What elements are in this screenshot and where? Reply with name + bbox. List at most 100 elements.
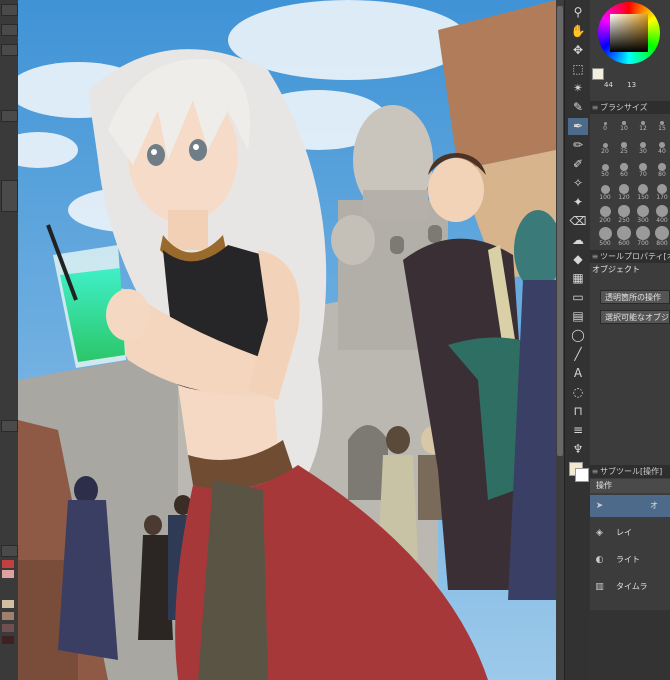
palette-swatch[interactable] [2,612,14,620]
brush-size-panel-title: ブラシサイズ [600,103,648,112]
drawing-canvas[interactable] [18,0,556,680]
subtool-group-tab[interactable]: 操作 [590,479,670,493]
left-panel-tab[interactable] [1,44,18,56]
decoration-icon[interactable]: ✦ [568,194,588,211]
transparent-area-operation-button[interactable]: 透明箇所の操作 [600,290,670,304]
fill-icon[interactable]: ◆ [568,251,588,268]
subtool-panel-title: サブツール[操作] [600,467,663,476]
brush-size-cell[interactable]: 80 [651,160,670,182]
subtool-item-light-table[interactable]: ◐ ライト [590,549,670,571]
brush-size-dot [601,163,609,171]
selectable-object-button[interactable]: 選択可能なオブジェ [600,310,670,324]
eyedropper-icon[interactable]: ✎ [568,99,588,116]
cursor-icon: ➤ [595,501,604,511]
brush-size-dot [618,205,630,217]
hand-icon[interactable]: ✋ [568,23,588,40]
brush-size-label: 170 [656,194,668,202]
brush-size-label: 400 [656,217,668,225]
brush-icon[interactable]: ✐ [568,156,588,173]
timeline-icon: ▥ [595,582,604,592]
fan-icon[interactable]: ♆ [568,441,588,458]
frame-icon[interactable]: ▤ [568,308,588,325]
tool-property-panel-title: ツールプロパティ[オブジェクト] [600,252,670,261]
brush-size-cell[interactable]: 15 [651,116,670,138]
saturation-value-square[interactable] [610,14,648,52]
palette-swatch[interactable] [2,636,14,644]
blend-icon[interactable]: ☁ [568,232,588,249]
brush-size-dot [636,226,650,240]
palette-swatch[interactable] [2,570,14,578]
zoom-icon[interactable]: ⚲ [568,4,588,21]
subtool-item-label: オ [650,501,658,510]
correct-line-icon[interactable]: ≡ [568,422,588,439]
airbrush-icon[interactable]: ✧ [568,175,588,192]
left-panel-tab[interactable] [1,24,18,36]
left-panel-tab[interactable] [1,110,18,122]
pencil-icon[interactable]: ✏ [568,137,588,154]
color-value-left: 44 [604,81,613,89]
subtool-item-object[interactable]: ➤ オ [590,495,670,517]
tool-property-panel-header[interactable]: ≡ツールプロパティ[オブジェクト] [590,250,670,263]
color-value-readout: 44 13 [592,80,670,90]
sub-drawing-color-swatch[interactable] [575,468,589,482]
brush-size-cell[interactable]: 40 [651,138,670,160]
balloon-icon[interactable]: ◯ [568,327,588,344]
palette-swatch[interactable] [2,600,14,608]
left-panel-tab[interactable] [1,545,18,557]
panel-menu-icon[interactable]: ≡ [590,465,600,478]
subtool-item-layer-select[interactable]: ◈ レイ [590,522,670,544]
brush-size-label: 40 [658,148,666,156]
text-icon[interactable]: A [568,365,588,382]
brush-size-dot [657,162,667,172]
left-panel-tab[interactable] [1,4,18,16]
left-panel-scrollbar[interactable] [1,180,18,212]
ruler-icon[interactable]: ⊓ [568,403,588,420]
subtool-panel-empty-area [590,610,670,680]
panel-menu-icon[interactable]: ≡ [590,250,600,263]
subtool-item-timeline[interactable]: ▥ タイムラ [590,576,670,598]
main-color-swatch[interactable] [592,68,604,80]
selection-rect-icon[interactable]: ⬚ [568,61,588,78]
panel-menu-icon[interactable]: ≡ [590,101,600,114]
brush-size-dot [655,204,669,218]
color-value-right: 13 [627,81,637,89]
layer-select-icon: ◈ [596,528,603,538]
subtool-panel-header[interactable]: ≡ サブツール[操作] [590,465,670,478]
magic-wand-icon[interactable]: ✴ [568,80,588,97]
brush-size-panel-header[interactable]: ≡ ブラシサイズ [590,101,670,114]
scrollbar-thumb[interactable] [557,6,563,456]
brush-size-cell[interactable]: 800 [651,226,670,248]
speech-balloon-icon[interactable]: ◌ [568,384,588,401]
pen-icon[interactable]: ✒ [568,118,588,135]
subtool-item-label: ライト [616,555,640,564]
brush-size-dot [598,226,612,240]
brush-size-dot [619,184,629,194]
figure-icon[interactable]: ▭ [568,289,588,306]
move-icon[interactable]: ✥ [568,42,588,59]
left-panel [0,0,19,680]
eraser-icon[interactable]: ⌫ [568,213,588,230]
illustration [18,0,556,680]
brush-size-label: 800 [656,240,668,247]
gradient-icon[interactable]: ▦ [568,270,588,287]
brush-size-dot [655,226,669,240]
brush-size-cell[interactable]: 170 [651,182,670,204]
right-dock: 44 13 ≡ ブラシサイズ 0 10 12 15 20 25 30 40 50 60 70 80 100… [590,0,670,680]
brush-size-dot [639,163,647,171]
brush-size-dot [638,184,648,194]
brush-size-cell[interactable]: 400 [651,204,670,226]
brush-size-grid: 0 10 12 15 20 25 30 40 50 60 70 80 100 120 150 170 200 25… [590,116,670,256]
brush-size-dot [617,226,631,240]
brush-size-label: 80 [658,171,666,179]
line-icon[interactable]: ╱ [568,346,588,363]
brush-size-dot [600,184,610,194]
subtool-item-label: レイ [616,528,632,537]
brush-size-dot [637,205,649,217]
subtool-item-label: タイムラ [616,582,648,591]
tool-palette: ⚲ ✋ ✥ ⬚ ✴ ✎ ✒ ✏ ✐ ✧ ✦ ⌫ ☁ ◆ ▦ ▭ ▤ ◯ ╱ A ◌ ⊓ ≡ ♆ [564,0,591,680]
brush-size-label: 15 [658,125,666,133]
palette-swatch[interactable] [2,624,14,632]
left-panel-tab[interactable] [1,420,18,432]
brush-size-dot [656,183,668,195]
palette-swatch[interactable] [2,560,14,568]
